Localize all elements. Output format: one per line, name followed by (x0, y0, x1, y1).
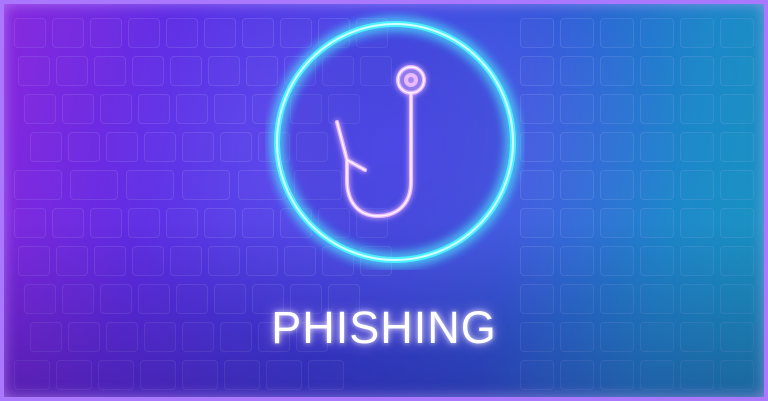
keyboard-key (204, 208, 236, 238)
keyboard-key (132, 246, 164, 276)
keyboard-key (520, 360, 554, 390)
keyboard-key (600, 94, 634, 124)
keyboard-key (224, 360, 260, 390)
keyboard-key (220, 132, 252, 162)
keyboard-key (600, 170, 634, 200)
keyboard-key (640, 56, 674, 86)
keyboard-key (52, 18, 84, 48)
keyboard-key (56, 246, 88, 276)
keyboard-key (640, 94, 674, 124)
keyboard-key (132, 56, 164, 86)
keyboard-key (18, 56, 50, 86)
keyboard-key (680, 18, 714, 48)
keyboard-key (600, 208, 634, 238)
keyboard-key (204, 18, 236, 48)
keyboard-key (640, 208, 674, 238)
keyboard-key (266, 360, 302, 390)
keyboard-key (560, 94, 594, 124)
page-title: PHISHING (271, 302, 497, 353)
keyboard-key (24, 94, 56, 124)
keyboard-key (14, 170, 62, 200)
keyboard-key (520, 208, 554, 238)
keyboard-key (640, 360, 674, 390)
keyboard-key (720, 170, 754, 200)
keyboard-key (14, 208, 46, 238)
keyboard-key (720, 132, 754, 162)
keyboard-key (720, 18, 754, 48)
keyboard-key (520, 56, 554, 86)
keyboard-key (56, 360, 92, 390)
keyboard-key (680, 246, 714, 276)
keyboard-key (18, 246, 50, 276)
keyboard-key (680, 170, 714, 200)
keyboard-key (144, 132, 176, 162)
keyboard-key (166, 208, 198, 238)
keyboard-key (98, 360, 134, 390)
keyboard-key (640, 132, 674, 162)
keyboard-key (560, 56, 594, 86)
keyboard-key (560, 170, 594, 200)
keyboard-key (680, 132, 714, 162)
keyboard-key (100, 94, 132, 124)
keyboard-key (62, 94, 94, 124)
keyboard-key (640, 18, 674, 48)
keyboard-key (680, 360, 714, 390)
keyboard-key (720, 56, 754, 86)
hook-emblem (274, 21, 516, 263)
keyboard-key (720, 246, 754, 276)
keyboard-key (600, 56, 634, 86)
keyboard-key (182, 360, 218, 390)
keyboard-key (70, 170, 118, 200)
keyboard-key (128, 18, 160, 48)
keyboard-key (56, 56, 88, 86)
keyboard-key (680, 94, 714, 124)
keyboard-key (90, 18, 122, 48)
keyboard-key (90, 208, 122, 238)
keyboard-key (600, 360, 634, 390)
phishing-banner: PHISHING (0, 0, 768, 401)
keyboard-key (680, 208, 714, 238)
keyboard-key (520, 132, 554, 162)
keyboard-key (520, 18, 554, 48)
keyboard-key (106, 132, 138, 162)
keyboard-key (14, 360, 50, 390)
keyboard-key (170, 246, 202, 276)
keyboard-key (308, 360, 344, 390)
keyboard-key (680, 56, 714, 86)
keyboard-key (600, 132, 634, 162)
keyboard-key (182, 170, 230, 200)
keyboard-key (520, 170, 554, 200)
keyboard-key (560, 132, 594, 162)
keyboard-key (600, 18, 634, 48)
keyboard-key (14, 18, 46, 48)
keyboard-key (640, 170, 674, 200)
keyboard-key (720, 360, 754, 390)
keyboard-key (208, 56, 240, 86)
keyboard-key (520, 94, 554, 124)
keyboard-key (208, 246, 240, 276)
keyboard-key (560, 246, 594, 276)
keyboard-key (182, 132, 214, 162)
keyboard-key (166, 18, 198, 48)
keyboard-key (560, 208, 594, 238)
keyboard-key (600, 246, 634, 276)
keyboard-key (520, 246, 554, 276)
keyboard-key (720, 94, 754, 124)
keyboard-key (94, 246, 126, 276)
keyboard-key (560, 360, 594, 390)
keyboard-key (720, 208, 754, 238)
keyboard-key (68, 132, 100, 162)
keyboard-key (170, 56, 202, 86)
keyboard-key (128, 208, 160, 238)
keyboard-key (126, 170, 174, 200)
keyboard-key (52, 208, 84, 238)
keyboard-key (176, 94, 208, 124)
keyboard-key (640, 246, 674, 276)
keyboard-key (140, 360, 176, 390)
keyboard-key (30, 132, 62, 162)
keyboard-key (214, 94, 246, 124)
keyboard-key (94, 56, 126, 86)
keyboard-key (560, 18, 594, 48)
keyboard-key (138, 94, 170, 124)
